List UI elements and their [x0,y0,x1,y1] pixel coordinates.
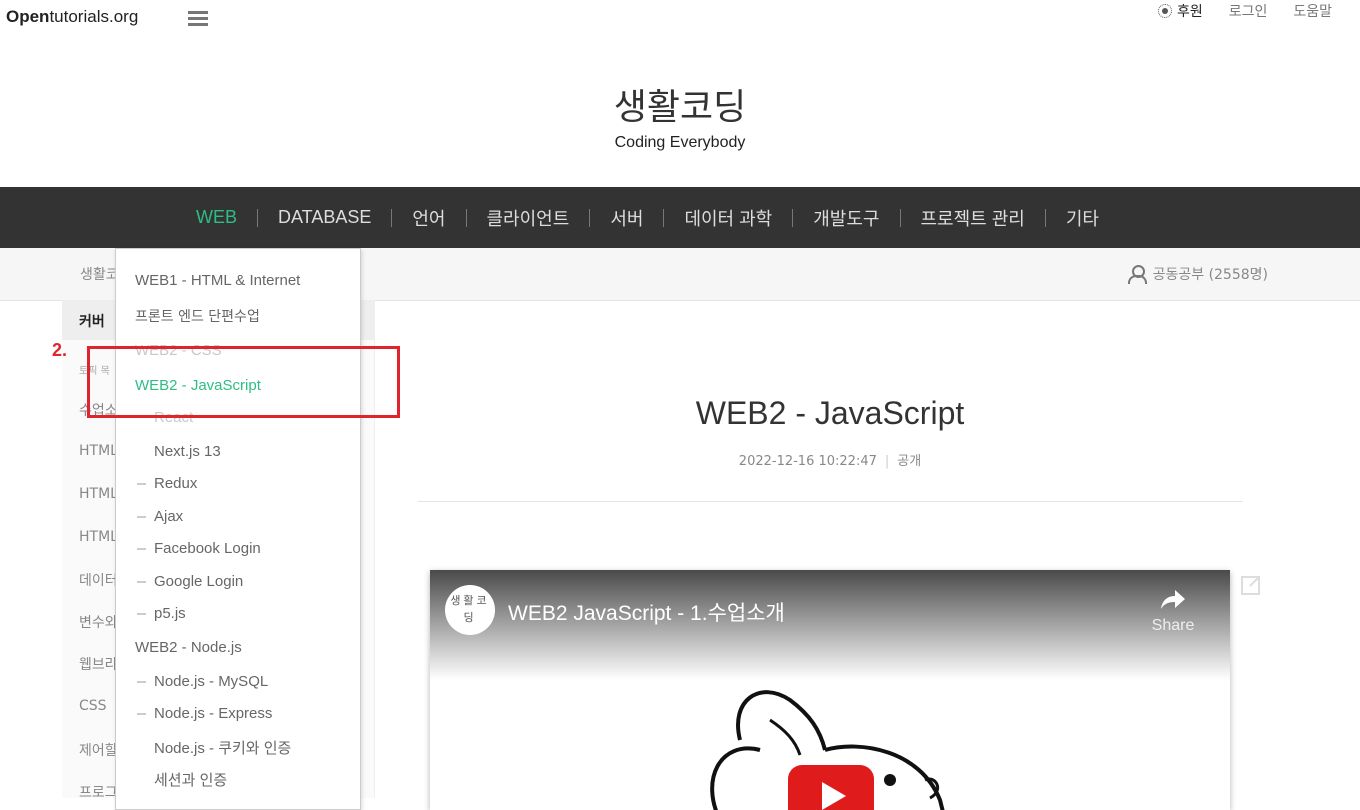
logo-bold: Open [6,7,50,26]
dropdown-subitem-nodejs-mysql[interactable]: Node.js - MySQL [137,673,268,690]
top-links: 후원 로그인 도움말 [1157,1,1332,21]
article-date: 2022-12-16 10:22:47 [738,454,877,469]
users-icon [1127,265,1147,284]
sponsor-label: 후원 [1176,4,1203,20]
sidebar-item[interactable]: 데이터 [79,570,118,590]
dropdown-subitem-label: Node.js - 쿠키와 인증 [154,740,292,757]
help-link[interactable]: 도움말 [1293,1,1332,21]
share-button[interactable]: Share [1146,588,1200,635]
sidebar-item[interactable]: 프로그 [79,782,118,802]
site-title[interactable]: 생활코딩 [0,78,1360,130]
study-group-link[interactable]: 공동공부 (2558명) [1127,264,1268,284]
dropdown-subitem-p5js[interactable]: p5.js [137,605,186,622]
nav-item-etc[interactable]: 기타 [1046,205,1119,231]
nav-item-client[interactable]: 클라이언트 [467,205,590,231]
sidebar-item[interactable]: 웹브라 [79,654,118,674]
dropdown-subitem-label: p5.js [154,605,186,622]
nav-item-server[interactable]: 서버 [590,205,663,231]
dropdown-subitem-nodejs-cookie[interactable]: Node.js - 쿠키와 인증 [137,737,291,758]
menu-icon[interactable] [188,11,208,27]
video-thumbnail-bunny [710,690,945,810]
dash-icon [137,482,146,485]
divider [418,501,1243,502]
annotation-step-number: 2. [52,340,68,360]
sidebar-item[interactable]: HTML [79,529,118,545]
annotation-highlight-box [87,346,400,418]
sun-icon [1157,4,1172,18]
dropdown-item-web2-nodejs[interactable]: WEB2 - Node.js [135,639,242,656]
dropdown-subitem-label: Facebook Login [154,540,261,557]
dash-icon [137,612,146,615]
dropdown-item-frontend[interactable]: 프론트 엔드 단편수업 [135,306,260,326]
nav-item-data-science[interactable]: 데이터 과학 [664,205,792,231]
share-icon [1161,590,1185,609]
dash-icon [137,712,146,715]
sidebar-item[interactable]: CSS [79,698,107,714]
site-subtitle: Coding Everybody [614,134,746,151]
site-logo[interactable]: Opentutorials.org [6,7,138,27]
dropdown-subitem-nodejs-express[interactable]: Node.js - Express [137,705,272,722]
breadcrumb[interactable]: 생활코 [80,264,119,284]
nav-item-project-management[interactable]: 프로젝트 관리 [901,205,1045,231]
sponsor-link[interactable]: 후원 [1157,1,1203,21]
dash-icon [137,580,146,583]
external-link-icon[interactable] [1240,574,1262,596]
video-title[interactable]: WEB2 JavaScript - 1.수업소개 [508,597,785,627]
web-dropdown-menu: WEB1 - HTML & Internet 프론트 엔드 단편수업 WEB2 … [115,248,361,810]
dash-icon [137,515,146,518]
top-bar: Opentutorials.org 후원 로그인 도움말 [0,0,1360,40]
article-visibility: 공개 [897,454,922,469]
channel-avatar[interactable]: 생활코딩 [445,585,495,635]
dropdown-subitem-redux[interactable]: Redux [137,475,197,492]
main-nav: WEB DATABASE 언어 클라이언트 서버 데이터 과학 개발도구 프로젝… [0,187,1360,248]
dropdown-subitem-nextjs[interactable]: Next.js 13 [137,443,221,460]
dropdown-subitem-label: Node.js - MySQL [154,673,269,690]
study-group-label: 공동공부 (2558명) [1152,267,1268,283]
dropdown-subitem-facebook-login[interactable]: Facebook Login [137,540,261,557]
dash-icon [137,547,146,550]
sidebar-item[interactable]: HTML [79,486,118,502]
nav-item-dev-tools[interactable]: 개발도구 [793,205,899,231]
sidebar-item[interactable]: 변수와 [79,612,118,632]
video-player[interactable]: 생활코딩 WEB2 JavaScript - 1.수업소개 Share [430,570,1230,810]
nav-item-database[interactable]: DATABASE [258,207,391,228]
dropdown-subitem-label: Ajax [154,508,184,525]
dropdown-subitem-session[interactable]: 세션과 인증 [137,769,227,790]
dropdown-subitem-label: Google Login [154,573,244,590]
sidebar-item[interactable]: 제어할 [79,740,118,760]
nav-item-language[interactable]: 언어 [392,205,465,231]
share-label: Share [1151,617,1195,634]
dash-icon [137,680,146,683]
dropdown-subitem-ajax[interactable]: Ajax [137,508,183,525]
logo-rest: tutorials.org [49,7,139,26]
dropdown-subitem-label: Redux [154,475,198,492]
nav-item-web[interactable]: WEB [176,207,257,228]
dropdown-subitem-label: Node.js - Express [154,705,273,722]
dropdown-subitem-label: Next.js 13 [154,443,221,460]
dropdown-subitem-label: 세션과 인증 [154,772,228,789]
sidebar-cover-label: 커버 [79,314,105,330]
dropdown-item-web1[interactable]: WEB1 - HTML & Internet [135,272,300,289]
dropdown-subitem-google-login[interactable]: Google Login [137,573,243,590]
login-link[interactable]: 로그인 [1229,1,1268,21]
